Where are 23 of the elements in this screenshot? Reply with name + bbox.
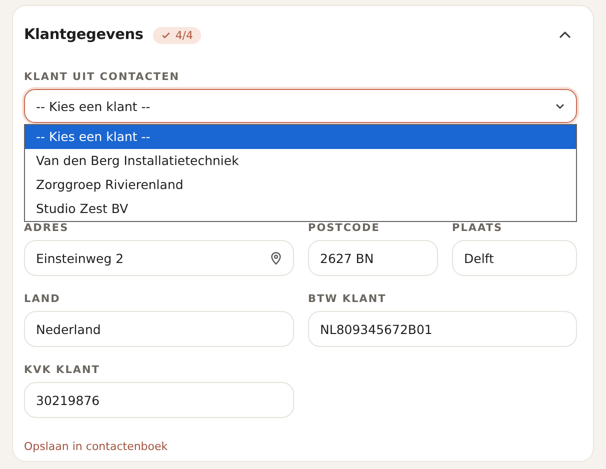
save-contact-link[interactable]: Opslaan in contactenboek bbox=[24, 440, 168, 453]
input-field[interactable]: Nederland bbox=[24, 311, 294, 347]
field-label: ADRES bbox=[24, 222, 70, 234]
check-icon bbox=[161, 30, 172, 40]
input-field[interactable]: 30219876 bbox=[24, 382, 294, 418]
field-label: BTW KLANT bbox=[308, 293, 388, 305]
input-field[interactable]: Einsteinweg 2 bbox=[24, 240, 294, 276]
field-label: KLANT UIT CONTACTEN bbox=[24, 71, 181, 83]
contact-select[interactable]: -- Kies een klant -- bbox=[24, 89, 577, 123]
dropdown-option[interactable]: -- Kies een klant -- bbox=[25, 125, 576, 149]
dropdown-option[interactable]: Van den Berg Installatietechniek bbox=[25, 149, 576, 173]
field-label: PLAATS bbox=[452, 222, 504, 234]
input-field[interactable]: Delft bbox=[452, 240, 577, 276]
input-field[interactable]: 2627 BN bbox=[308, 240, 438, 276]
section-title: Klantgegevens bbox=[24, 27, 144, 43]
location-pin-icon bbox=[269, 251, 283, 265]
dropdown-option[interactable]: Studio Zest BV bbox=[25, 197, 576, 221]
dropdown-option[interactable]: Zorggroep Rivierenland bbox=[25, 173, 576, 197]
field-label: POSTCODE bbox=[308, 222, 381, 234]
progress-badge: 4/4 bbox=[153, 26, 202, 44]
input-field[interactable]: NL809345672B01 bbox=[308, 311, 577, 347]
field-label: LAND bbox=[24, 293, 62, 305]
field-label: KVK KLANT bbox=[24, 364, 101, 376]
